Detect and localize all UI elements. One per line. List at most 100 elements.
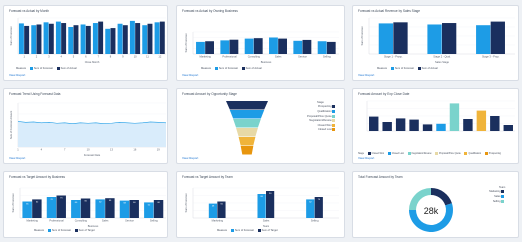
y-axis-title: Sum of Forecast xyxy=(9,26,13,45)
view-report-link[interactable]: View Report xyxy=(182,73,198,77)
bar-actual xyxy=(253,38,263,54)
tick-label: Stage 3 - Prop. xyxy=(482,55,500,59)
tick-label: Professional xyxy=(49,219,64,223)
bar xyxy=(503,125,513,131)
card-forecast-vs-actual-month: Forecast vs Actual by Month Sum of Forec… xyxy=(3,5,168,81)
tick-label: 2 xyxy=(36,55,38,59)
legend-item[interactable]: Sum of Actual xyxy=(56,66,77,70)
bar-forecast xyxy=(293,40,303,54)
tick-label: 4 xyxy=(60,55,62,59)
card-forecast-trend: Forecast Trend Using Forecast Data Sum o… xyxy=(3,88,168,164)
bar-actual xyxy=(205,41,214,54)
bar-forecast xyxy=(92,23,98,54)
legend-item[interactable]: Sum of Actual xyxy=(417,66,438,70)
bar-forecast xyxy=(427,24,442,54)
bar xyxy=(476,110,487,131)
legend-item[interactable]: Sum of Forecast xyxy=(47,228,71,232)
tick-label: 3 xyxy=(48,55,50,59)
legend-item[interactable]: Negotiation/Review xyxy=(407,151,431,155)
tick-label: 9 xyxy=(122,55,124,59)
chart-forecast-trend: Sum of Forecast Amount Forecast Date 1 4 7 10… xyxy=(9,102,167,157)
view-report-link[interactable]: View Report xyxy=(182,156,198,160)
y-axis-title: Sum of Forecast xyxy=(360,26,364,45)
legend-item[interactable]: Selling xyxy=(489,199,505,205)
card-forecast-by-opportunity-stage: Forecast Amount by Opportunity Stage Sta… xyxy=(176,88,345,164)
legend-item[interactable]: Sum of Forecast xyxy=(230,228,254,232)
tick-label: 16 xyxy=(133,148,136,152)
bar xyxy=(463,119,473,131)
x-axis-title: Business xyxy=(88,224,99,228)
legend-item[interactable]: Sum of Forecast xyxy=(390,66,414,70)
tick-label: Stage 2 - Qual. xyxy=(433,55,451,59)
view-report-link[interactable]: View Report xyxy=(9,73,25,77)
x-axis-title: Business xyxy=(261,60,272,64)
legend-item[interactable]: Closed Lost xyxy=(307,128,336,133)
tick-label: Marketing xyxy=(212,219,224,223)
bar xyxy=(436,123,446,131)
bar xyxy=(395,118,406,131)
card-forecast-vs-actual-stage: Forecast vs Actual Revenue by Sales Stag… xyxy=(352,5,519,81)
chart-legend: Measure Sum of Forecast Sum of Actual xyxy=(16,66,80,70)
tick-label: 6 xyxy=(85,55,87,59)
bar-forecast xyxy=(154,22,160,54)
legend-item[interactable]: Sum of Target xyxy=(257,228,278,232)
tick-label: 12 xyxy=(158,55,161,59)
tick-label: Sales xyxy=(275,55,282,59)
legend-item[interactable]: Closed Lost xyxy=(387,151,404,155)
bar-actual xyxy=(73,25,79,54)
legend-item[interactable]: Closed Won xyxy=(367,151,384,155)
bar xyxy=(490,116,500,131)
legend-item[interactable]: Sum of Forecast xyxy=(214,66,238,70)
tick-label: 13 xyxy=(110,148,113,152)
view-report-link[interactable]: View Report xyxy=(358,156,374,160)
bar-actual xyxy=(147,23,153,54)
legend-item[interactable]: Sum of Actual xyxy=(241,66,262,70)
x-axis-title: Team xyxy=(263,224,269,228)
tick-label: Marketing xyxy=(199,55,211,59)
bar-actual xyxy=(122,25,128,54)
funnel-segment xyxy=(238,137,256,146)
bar-actual xyxy=(24,25,30,54)
bar-actual xyxy=(229,39,239,54)
card-forecast-vs-actual-business: Forecast vs Actual by Owning Business Su… xyxy=(176,5,345,81)
bar-actual xyxy=(393,22,408,54)
y-axis-title: Sum of Forecast Amount xyxy=(9,110,13,139)
legend-title: Stage xyxy=(358,153,365,155)
tick-label: 10 xyxy=(87,148,90,152)
legend-title: Measure xyxy=(201,67,212,70)
view-report-link[interactable]: View Report xyxy=(9,156,25,160)
legend-item[interactable]: Sum of Target xyxy=(74,228,95,232)
tick-label: 1 xyxy=(23,55,25,59)
legend-item[interactable]: Prospecting xyxy=(484,151,501,155)
donut-center-value: 28k xyxy=(423,206,439,216)
view-report-link[interactable]: View Report xyxy=(358,73,374,77)
tick-label: 7 xyxy=(64,148,66,152)
bar-forecast xyxy=(80,24,86,54)
card-forecast-vs-target-team: Forecast vs Target Amount by Team Sum of… xyxy=(176,171,345,238)
bar-actual xyxy=(48,23,54,54)
bar-actual xyxy=(302,39,312,54)
legend-title: Measure xyxy=(217,229,228,232)
y-axis-title: Sum of Forecast xyxy=(184,33,188,52)
chart-legend: Measure Sum of Forecast Sum of Actual xyxy=(377,66,441,70)
bar-actual xyxy=(278,38,287,54)
x-axis-title: Close Month xyxy=(85,60,100,64)
tick-label: 8 xyxy=(110,55,112,59)
bar-forecast xyxy=(43,22,49,54)
chart-legend: Stage Closed Won Closed Lost Negotiation… xyxy=(358,151,504,155)
bar-forecast xyxy=(18,23,24,54)
bar-forecast xyxy=(31,25,37,54)
legend-item[interactable]: Sum of Forecast xyxy=(29,66,53,70)
tick-label: Sales xyxy=(102,219,109,223)
bar-actual xyxy=(326,41,336,54)
bar-actual xyxy=(135,23,141,54)
bar-forecast xyxy=(220,40,230,54)
tick-label: Selling xyxy=(150,219,158,223)
bar xyxy=(422,124,433,131)
bar-forecast xyxy=(317,41,327,54)
legend-item[interactable]: Proposal/Price Quote xyxy=(435,151,461,155)
legend-item[interactable]: Qualification xyxy=(464,151,481,155)
bar-actual xyxy=(490,21,505,55)
legend-title: Measure xyxy=(377,67,388,70)
funnel-segment xyxy=(240,146,254,155)
